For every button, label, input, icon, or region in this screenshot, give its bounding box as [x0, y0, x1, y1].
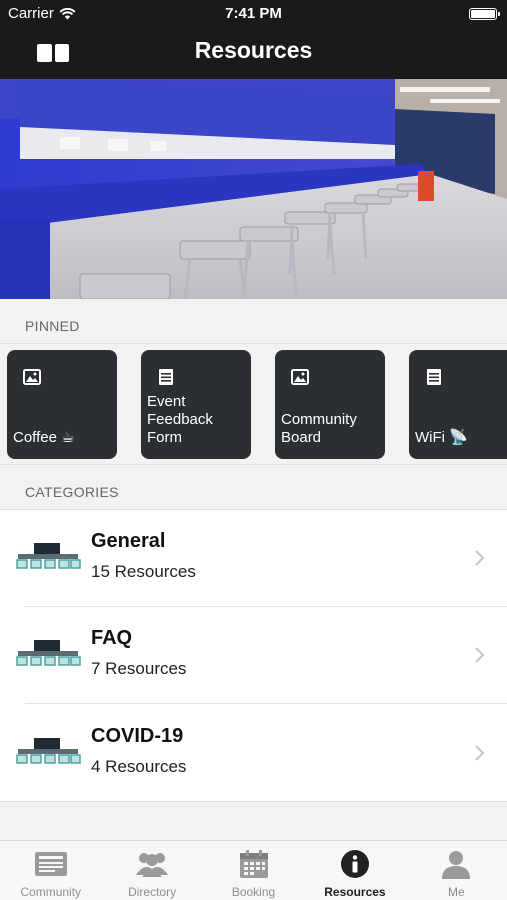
calendar-icon [239, 850, 268, 878]
category-row-faq[interactable]: FAQ 7 Resources [0, 607, 507, 704]
tab-me[interactable]: Me [406, 841, 507, 900]
category-thumbnail [16, 640, 81, 666]
category-count: 15 Resources [91, 562, 196, 581]
people-icon [136, 853, 169, 877]
battery-icon [469, 8, 500, 20]
navigation-bar: Resources [0, 28, 507, 79]
pinned-card-wifi[interactable]: WiFi 📡 [409, 350, 507, 459]
row-divider [25, 703, 507, 704]
category-row-covid-19[interactable]: COVID-19 4 Resources [0, 705, 507, 802]
document-icon [427, 369, 441, 385]
category-name: General [91, 530, 166, 552]
status-bar: Carrier 7:41 PM [0, 0, 507, 28]
tab-label: Community [20, 885, 82, 899]
pinned-card-event-feedback[interactable]: Event Feedback Form [141, 350, 251, 459]
chevron-right-icon [475, 550, 485, 566]
category-thumbnail [16, 543, 81, 569]
tab-label: Me [447, 885, 465, 899]
pinned-carousel[interactable]: Coffee ☕ Event Feedback Form Community B… [0, 343, 507, 465]
newsfeed-icon [34, 852, 67, 876]
tab-bar: Community Directory Booking Resources Me [0, 840, 507, 900]
image-icon [291, 369, 309, 385]
category-name: COVID-19 [91, 725, 184, 747]
pinned-header: PINNED [25, 318, 80, 334]
category-count: 7 Resources [91, 659, 187, 678]
categories-list: General 15 Resources FAQ 7 Resources COV… [0, 509, 507, 802]
chevron-right-icon [475, 745, 485, 761]
info-icon [340, 850, 369, 878]
tab-label: Resources [324, 885, 386, 899]
page-title: Resources [194, 37, 313, 63]
tab-booking[interactable]: Booking [203, 841, 304, 900]
pinned-card-community-board[interactable]: Community Board [275, 350, 385, 459]
top-bar: Carrier 7:41 PM Resources [0, 0, 507, 79]
tab-label: Booking [231, 885, 276, 899]
tab-community[interactable]: Community [0, 841, 101, 900]
category-thumbnail [16, 738, 81, 764]
pinned-card-label: Coffee ☕ [13, 429, 75, 446]
categories-header: CATEGORIES [25, 484, 119, 500]
pinned-card-coffee[interactable]: Coffee ☕ [7, 350, 117, 459]
category-name: FAQ [91, 627, 133, 649]
tab-directory[interactable]: Directory [101, 841, 202, 900]
category-count: 4 Resources [91, 757, 187, 776]
tab-resources[interactable]: Resources [304, 841, 405, 900]
document-icon [159, 369, 173, 385]
pinned-card-label: WiFi 📡 [415, 429, 468, 446]
hero-image [0, 79, 507, 299]
pinned-card-label: Event Feedback Form [147, 393, 213, 446]
status-time: 7:41 PM [225, 5, 282, 22]
person-icon [442, 851, 471, 879]
tab-label: Directory [128, 885, 177, 899]
image-icon [23, 369, 41, 385]
category-row-general[interactable]: General 15 Resources [0, 510, 507, 607]
pinned-card-label: Community Board [281, 411, 357, 446]
chevron-right-icon [475, 647, 485, 663]
